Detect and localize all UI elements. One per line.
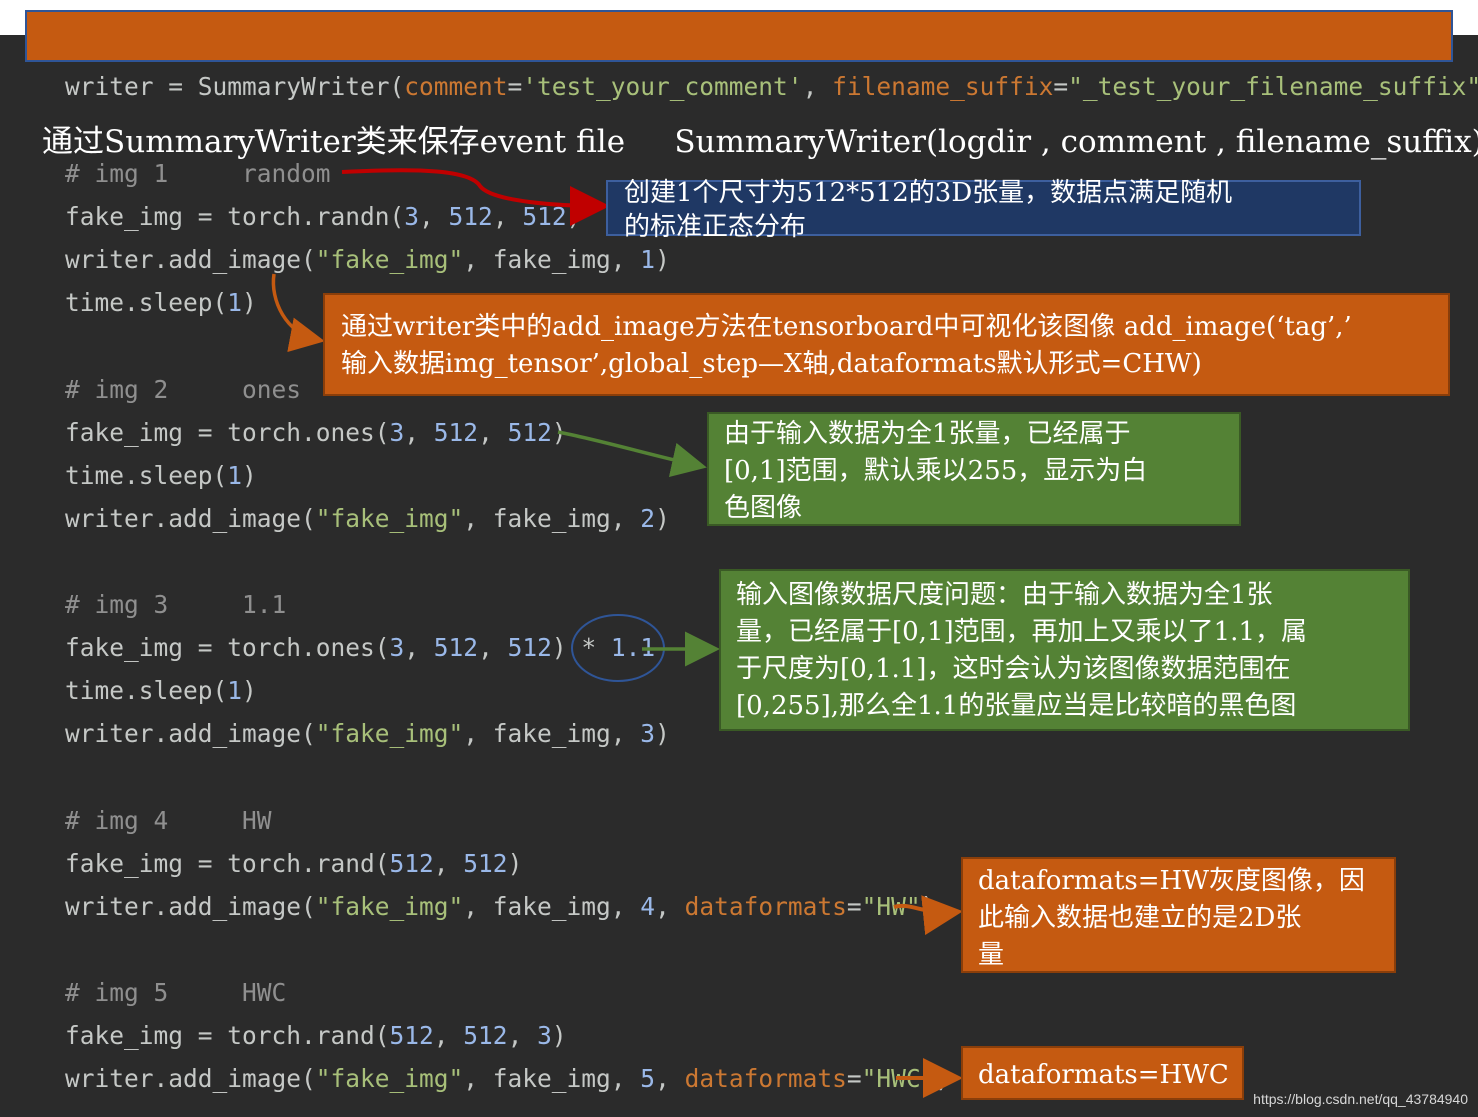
note-text: 量 <box>978 940 1005 970</box>
note-scale: 输入图像数据尺度问题：由于输入数据为全1张 量，已经属于[0,1]范围，再加上又… <box>719 569 1410 731</box>
note-text: 创建1个尺寸为512*512的3D张量，数据点满足随机 <box>624 178 1233 208</box>
note-text: dataformats=HWC <box>978 1060 1229 1090</box>
note-randn: 创建1个尺寸为512*512的3D张量，数据点满足随机 的标准正态分布 <box>606 178 1361 242</box>
note-text: 此输入数据也建立的是2D张 <box>978 903 1302 933</box>
note-text: 的标准正态分布 <box>624 212 807 242</box>
arrow-orange <box>271 273 325 353</box>
note-text: [0,1]范围，默认乘以255，显示为白 <box>724 456 1148 486</box>
note-text: 通过writer类中的add_image方法在tensorboard中可视化该图… <box>341 312 1352 342</box>
note-ones: 由于输入数据为全1张量，已经属于 [0,1]范围，默认乘以255，显示为白 色图… <box>707 412 1241 526</box>
note-hw: dataformats=HW灰度图像，因 此输入数据也建立的是2D张 量 <box>961 857 1396 973</box>
note-add-image: 通过writer类中的add_image方法在tensorboard中可视化该图… <box>323 293 1450 396</box>
note-text: 由于输入数据为全1张量，已经属于 <box>724 419 1131 449</box>
arrow-green <box>557 430 707 478</box>
note-hwc: dataformats=HWC <box>961 1046 1244 1100</box>
note-text: dataformats=HW灰度图像，因 <box>978 866 1365 896</box>
note-text: 于尺度为[0,1.1]，这时会认为该图像数据范围在 <box>736 654 1291 684</box>
note-text: 输入图像数据尺度问题：由于输入数据为全1张 <box>736 580 1273 610</box>
note-text: 输入数据img_tensor’,global_step—X轴,dataforma… <box>341 349 1202 379</box>
arrow-orange <box>893 895 963 936</box>
note-text: 量，已经属于[0,1]范围，再加上又乘以了1.1，属 <box>736 617 1307 647</box>
watermark-text: https://blog.csdn.net/qq_43784940 <box>1253 1091 1468 1107</box>
arrow-red <box>341 168 610 226</box>
note-text: 色图像 <box>724 493 803 523</box>
note-text: [0,255],那么全1.1的张量应当是比较暗的黑色图 <box>736 691 1297 721</box>
